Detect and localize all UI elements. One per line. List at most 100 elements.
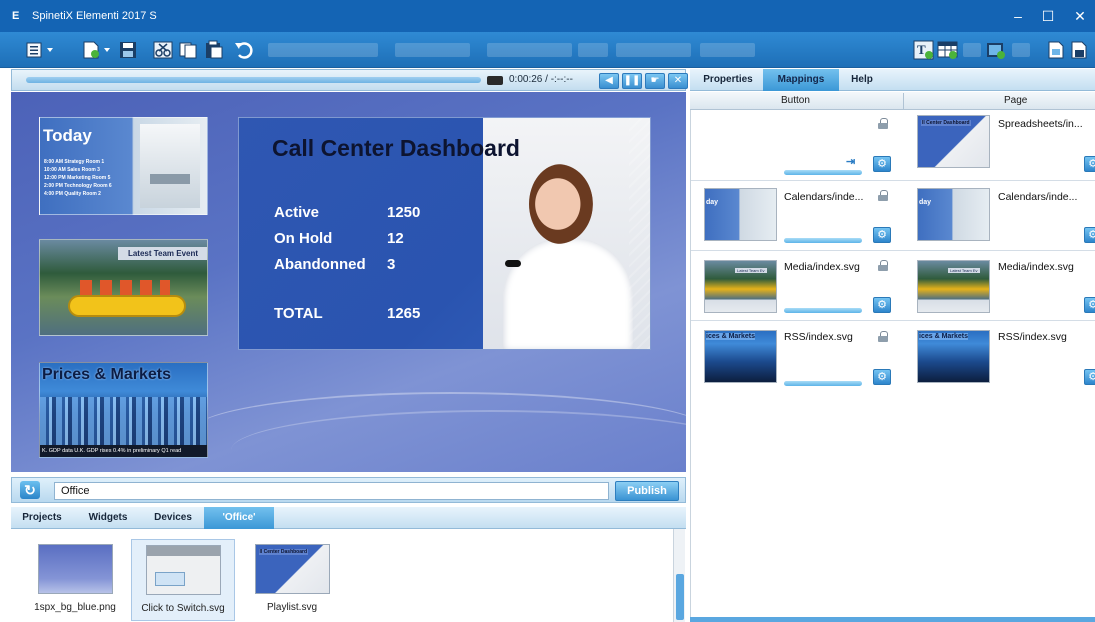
tab-projects[interactable]: Projects xyxy=(17,507,67,529)
disabled-toolbar-item xyxy=(963,43,981,57)
metric-value: 3 xyxy=(387,256,396,273)
playback-bar: 0:00:26 / -:--:-- ◀ ❚❚ ☛ ✕ xyxy=(11,69,688,91)
maximize-button[interactable]: ☐ xyxy=(1033,0,1063,32)
page-settings-button[interactable] xyxy=(1068,40,1090,60)
thumb-label: Latest Team Ev xyxy=(735,268,767,273)
refresh-icon[interactable]: ↻ xyxy=(20,481,40,499)
project-name-input[interactable] xyxy=(54,482,609,500)
new-file-icon xyxy=(83,41,110,59)
asset-scrollbar[interactable] xyxy=(673,529,685,622)
mapping-slider[interactable] xyxy=(784,170,862,175)
insert-text-button[interactable]: T xyxy=(913,40,935,60)
paste-button[interactable] xyxy=(203,40,225,60)
timeline-slider[interactable] xyxy=(26,77,481,83)
metric-value: 1250 xyxy=(387,204,421,221)
pause-button[interactable]: ❚❚ xyxy=(622,73,642,89)
asset-item[interactable]: 1spx_bg_blue.png xyxy=(23,539,127,613)
tab-widgets[interactable]: Widgets xyxy=(83,507,133,529)
metric-label: Active xyxy=(274,204,320,221)
table-icon xyxy=(937,41,958,59)
project-bar: ↻ Publish xyxy=(11,477,686,503)
publish-button[interactable]: Publish xyxy=(615,481,679,501)
cut-button[interactable] xyxy=(152,40,174,60)
dashboard-title: Call Center Dashboard xyxy=(272,135,520,161)
asset-name: 1spx_bg_blue.png xyxy=(34,602,116,613)
button-thumbnail: day xyxy=(704,188,777,241)
mappings-scrollbar[interactable] xyxy=(690,617,1095,622)
gear-icon[interactable]: ⚙ xyxy=(873,227,891,243)
lock-icon[interactable] xyxy=(878,331,888,342)
asset-item[interactable]: Click to Switch.svg xyxy=(131,539,235,621)
page-name: RSS/index.svg xyxy=(998,331,1067,343)
today-title: Today xyxy=(43,126,92,145)
asset-thumbnail: ll Center Dashboard xyxy=(254,544,330,594)
thumb-label: day xyxy=(919,199,932,206)
close-button[interactable]: ✕ xyxy=(1065,0,1095,32)
schedule-item: 2:00 PM Technology Room 6 xyxy=(44,183,112,189)
paste-icon xyxy=(206,40,223,59)
tab-devices[interactable]: Devices xyxy=(148,507,198,529)
schedule-list: 8:00 AM Strategy Room 1 10:00 AM Sales R… xyxy=(44,158,112,198)
event-banner: Latest Team Event xyxy=(118,247,207,260)
document-icon xyxy=(1048,41,1064,59)
gear-icon[interactable]: ⚙ xyxy=(1084,369,1095,385)
minimize-button[interactable]: – xyxy=(1003,0,1033,32)
scrollbar-thumb[interactable] xyxy=(676,574,684,620)
asset-item[interactable]: ll Center Dashboard Playlist.svg xyxy=(240,539,344,613)
document-settings-icon xyxy=(1071,41,1087,59)
mute-button[interactable]: ◀ xyxy=(599,73,619,89)
column-page[interactable]: Page xyxy=(1004,95,1027,106)
text-format-disabled xyxy=(616,43,691,57)
metric-label: TOTAL xyxy=(274,305,323,322)
schedule-item: 4:00 PM Quality Room 2 xyxy=(44,191,101,197)
gear-icon[interactable]: ⚙ xyxy=(873,297,891,313)
metric-label: On Hold xyxy=(274,230,333,247)
tab-mappings[interactable]: Mappings xyxy=(763,69,839,91)
agent-body xyxy=(503,238,633,349)
gear-icon[interactable]: ⚙ xyxy=(873,369,891,385)
preview-stage[interactable]: Today 8:00 AM Strategy Room 1 10:00 AM S… xyxy=(11,92,686,472)
headset-icon xyxy=(505,260,521,267)
tab-office[interactable]: 'Office' xyxy=(204,507,274,529)
column-divider[interactable] xyxy=(903,93,904,109)
column-button[interactable]: Button xyxy=(781,95,810,106)
call-center-dashboard[interactable]: Call Center Dashboard Active 1250 On Hol… xyxy=(238,117,651,350)
news-ticker: K. GDP data U.K. GDP rises 0.4% in preli… xyxy=(40,445,207,457)
window-title: SpinetiX Elementi 2017 S xyxy=(32,10,157,22)
thumb-label: ices & Markets xyxy=(706,333,756,340)
asset-browser: 1spx_bg_blue.png Click to Switch.svg ll … xyxy=(11,529,686,622)
new-file-button[interactable] xyxy=(80,40,114,60)
lock-icon[interactable] xyxy=(878,260,888,271)
decorative-stripe xyxy=(629,118,650,349)
gear-icon[interactable]: ⚙ xyxy=(1084,156,1095,172)
lock-icon[interactable] xyxy=(878,118,888,129)
text-icon: T xyxy=(913,40,934,60)
team-event-tile[interactable]: Latest Team Event xyxy=(39,239,208,336)
save-button[interactable] xyxy=(118,40,138,60)
mapping-slider[interactable] xyxy=(784,381,862,386)
mapping-slider[interactable] xyxy=(784,238,862,243)
undo-button[interactable] xyxy=(233,40,255,60)
gear-icon[interactable]: ⚙ xyxy=(1084,227,1095,243)
page-properties-button[interactable] xyxy=(1045,40,1067,60)
close-preview-button[interactable]: ✕ xyxy=(668,73,688,89)
mapping-slider[interactable] xyxy=(784,308,862,313)
button-thumbnail: Latest Team Ev xyxy=(704,260,777,313)
prices-markets-tile[interactable]: Prices & Markets K. GDP data U.K. GDP ri… xyxy=(39,362,208,458)
copy-button[interactable] xyxy=(177,40,199,60)
page-thumbnail: Latest Team Ev xyxy=(917,260,990,313)
tab-properties[interactable]: Properties xyxy=(696,69,760,91)
asset-thumbnail xyxy=(37,544,113,594)
button-name: RSS/index.svg xyxy=(784,331,853,343)
gear-icon[interactable]: ⚙ xyxy=(1084,297,1095,313)
thumb-label: ll Center Dashboard xyxy=(921,120,971,126)
interact-button[interactable]: ☛ xyxy=(645,73,665,89)
tab-help[interactable]: Help xyxy=(842,69,882,91)
insert-layer-button[interactable] xyxy=(985,40,1007,60)
lock-icon[interactable] xyxy=(878,190,888,201)
menu-button[interactable] xyxy=(23,40,57,60)
insert-table-button[interactable] xyxy=(937,40,959,60)
gear-icon[interactable]: ⚙ xyxy=(873,156,891,172)
today-tile[interactable]: Today 8:00 AM Strategy Room 1 10:00 AM S… xyxy=(39,117,208,215)
page-thumbnail: day xyxy=(917,188,990,241)
